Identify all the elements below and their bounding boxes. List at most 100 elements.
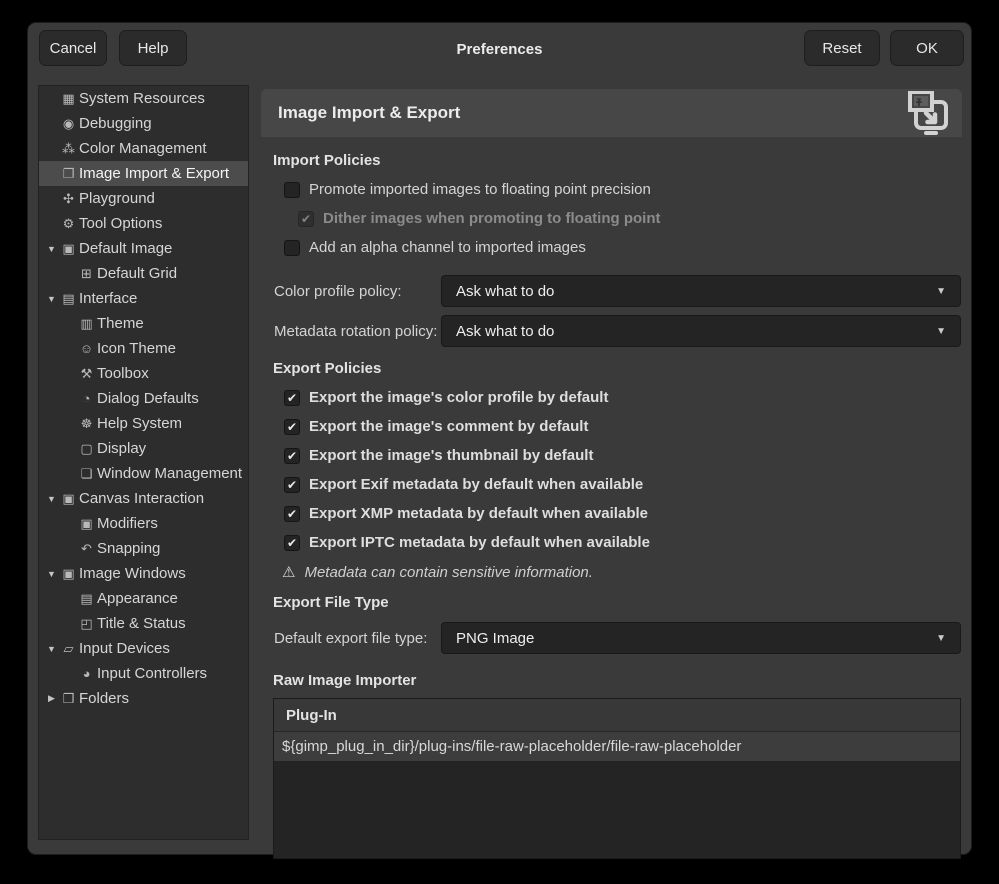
checkbox-label: Export XMP metadata by default when avai…: [309, 505, 648, 522]
input-devices-icon: ▱: [60, 641, 77, 657]
modifiers-icon: ▣: [78, 516, 95, 532]
sidebar-item-title-status[interactable]: ◰Title & Status: [39, 611, 248, 636]
section-raw-image-importer: Raw Image Importer: [273, 672, 962, 689]
checkbox-row: ✔ Export the image's color profile by def…: [273, 389, 962, 406]
snapping-icon: ↶: [78, 541, 95, 557]
checkbox-checked[interactable]: ✔: [284, 419, 300, 435]
warning-text: Metadata can contain sensitive informati…: [304, 564, 593, 581]
section-export-file-type: Export File Type: [273, 594, 962, 611]
sidebar-item-color-management[interactable]: ⁂Color Management: [39, 136, 248, 161]
sidebar-item-image-import-export[interactable]: ❐Image Import & Export: [39, 161, 248, 186]
image-import-export-icon: ❐: [60, 166, 77, 182]
sidebar-item-playground[interactable]: ✣Playground: [39, 186, 248, 211]
checkbox-row: Add an alpha channel to imported images: [273, 239, 962, 256]
appearance-icon: ▤: [78, 591, 95, 607]
sidebar-item-default-image[interactable]: ▼▣Default Image: [39, 236, 248, 261]
checkbox-label: Export Exif metadata by default when ava…: [309, 476, 643, 493]
checkbox-row: ✔ Export Exif metadata by default when av…: [273, 476, 962, 493]
sidebar-item-input-devices[interactable]: ▼▱Input Devices: [39, 636, 248, 661]
color-management-icon: ⁂: [60, 141, 77, 157]
sidebar-item-modifiers[interactable]: ▣Modifiers: [39, 511, 248, 536]
sidebar-item-display[interactable]: ▢Display: [39, 436, 248, 461]
sidebar-item-label: Theme: [97, 315, 144, 332]
checkbox-checked[interactable]: ✔: [284, 506, 300, 522]
warning-icon: ⚠: [282, 563, 295, 581]
expander-right-icon[interactable]: ▶: [43, 693, 60, 704]
sidebar-item-appearance[interactable]: ▤Appearance: [39, 586, 248, 611]
section-export-policies: Export Policies: [273, 360, 962, 377]
sidebar-item-label: Default Image: [79, 240, 172, 257]
sidebar-item-label: Color Management: [79, 140, 207, 157]
image-import-export-icon: [906, 91, 954, 142]
expander-down-icon[interactable]: ▼: [43, 644, 60, 654]
sidebar-item-theme[interactable]: ▥Theme: [39, 311, 248, 336]
checkbox-checked[interactable]: ✔: [284, 448, 300, 464]
ok-button[interactable]: OK: [890, 30, 964, 66]
checkbox-label: Export the image's color profile by defa…: [309, 389, 608, 406]
sidebar-item-image-windows[interactable]: ▼▣Image Windows: [39, 561, 248, 586]
sidebar-item-window-management[interactable]: ❏Window Management: [39, 461, 248, 486]
color-profile-policy-label: Color profile policy:: [273, 283, 441, 300]
sidebar-item-label: Tool Options: [79, 215, 162, 232]
tool-options-icon: ⚙: [60, 216, 77, 232]
icon-theme-icon: ☺: [78, 341, 95, 356]
sidebar-item-help-system[interactable]: ☸Help System: [39, 411, 248, 436]
checkbox-unchecked[interactable]: [284, 182, 300, 198]
default-export-file-type-value: PNG Image: [456, 630, 936, 647]
checkbox-label: Export IPTC metadata by default when ava…: [309, 534, 650, 551]
export-policies-checkboxes: ✔ Export the image's color profile by def…: [273, 389, 962, 551]
sidebar-item-label: Input Controllers: [97, 665, 207, 682]
raw-importer-table: Plug-In ${gimp_plug_in_dir}/plug-ins/fil…: [273, 698, 961, 859]
expander-down-icon[interactable]: ▼: [43, 494, 60, 504]
sidebar-item-tool-options[interactable]: ⚙Tool Options: [39, 211, 248, 236]
sidebar-item-label: Toolbox: [97, 365, 149, 382]
reset-button[interactable]: Reset: [804, 30, 880, 66]
sidebar-item-toolbox[interactable]: ⚒Toolbox: [39, 361, 248, 386]
window-management-icon: ❏: [78, 466, 95, 482]
sidebar-item-canvas-interaction[interactable]: ▼▣Canvas Interaction: [39, 486, 248, 511]
raw-importer-column-header[interactable]: Plug-In: [274, 699, 960, 732]
sidebar-item-default-grid[interactable]: ⊞Default Grid: [39, 261, 248, 286]
checkbox-checked[interactable]: ✔: [284, 390, 300, 406]
sidebar-item-label: Interface: [79, 290, 137, 307]
sidebar-item-label: Icon Theme: [97, 340, 176, 357]
canvas-interaction-icon: ▣: [60, 491, 77, 507]
section-import-policies: Import Policies: [273, 152, 962, 169]
default-grid-icon: ⊞: [78, 266, 95, 282]
sidebar-item-label: Modifiers: [97, 515, 158, 532]
checkbox-checked[interactable]: ✔: [284, 477, 300, 493]
checkbox-unchecked[interactable]: [284, 240, 300, 256]
default-export-file-type-label: Default export file type:: [273, 630, 441, 647]
color-profile-policy-select[interactable]: Ask what to do ▼: [441, 275, 961, 307]
sidebar-item-system-resources[interactable]: ▦System Resources: [39, 86, 248, 111]
expander-down-icon[interactable]: ▼: [43, 244, 60, 254]
checkbox-label: Promote imported images to floating poin…: [309, 181, 651, 198]
interface-icon: ▤: [60, 291, 77, 307]
checkbox-label: Export the image's comment by default: [309, 418, 588, 435]
sidebar-item-icon-theme[interactable]: ☺Icon Theme: [39, 336, 248, 361]
sidebar-item-label: Help System: [97, 415, 182, 432]
expander-down-icon[interactable]: ▼: [43, 294, 60, 304]
expander-down-icon[interactable]: ▼: [43, 569, 60, 579]
sidebar-item-debugging[interactable]: ◉Debugging: [39, 111, 248, 136]
metadata-rotation-policy-row: Metadata rotation policy: Ask what to do…: [273, 315, 962, 347]
sidebar-item-label: Image Windows: [79, 565, 186, 582]
checkbox-row: Promote imported images to floating poin…: [273, 181, 962, 198]
sidebar-item-label: Default Grid: [97, 265, 177, 282]
sidebar-item-dialog-defaults[interactable]: ◔Dialog Defaults: [39, 386, 248, 411]
system-resources-icon: ▦: [60, 91, 77, 107]
sidebar-item-folders[interactable]: ▶❒Folders: [39, 686, 248, 711]
sidebar-item-snapping[interactable]: ↶Snapping: [39, 536, 248, 561]
help-button[interactable]: Help: [119, 30, 187, 66]
default-export-file-type-select[interactable]: PNG Image ▼: [441, 622, 961, 654]
sidebar-item-input-controllers[interactable]: ◕Input Controllers: [39, 661, 248, 686]
help-system-icon: ☸: [78, 416, 95, 432]
checkbox-checked[interactable]: ✔: [284, 535, 300, 551]
sidebar-item-interface[interactable]: ▼▤Interface: [39, 286, 248, 311]
checkbox-label: Dither images when promoting to floating…: [323, 210, 661, 227]
metadata-rotation-policy-select[interactable]: Ask what to do ▼: [441, 315, 961, 347]
table-row[interactable]: ${gimp_plug_in_dir}/plug-ins/file-raw-pl…: [274, 732, 960, 761]
cancel-button[interactable]: Cancel: [39, 30, 107, 66]
sidebar-item-label: Folders: [79, 690, 129, 707]
sidebar-item-label: Title & Status: [97, 615, 186, 632]
